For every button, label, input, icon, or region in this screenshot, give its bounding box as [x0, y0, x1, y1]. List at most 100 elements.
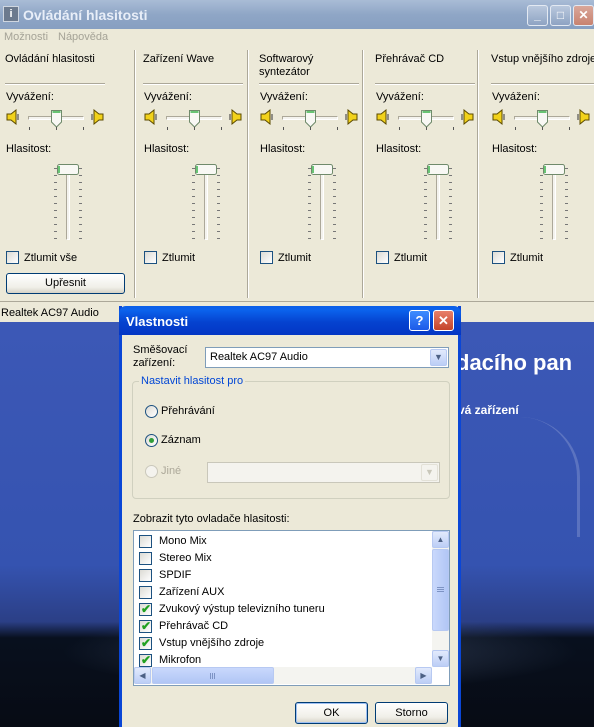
help-button[interactable]: ?	[409, 310, 430, 331]
slider-tick	[565, 238, 568, 239]
title-bar[interactable]: i Ovládání hlasitosti _ □ ✕	[0, 0, 594, 29]
control-label: Přehrávač CD	[159, 620, 229, 632]
slider-tick	[333, 168, 336, 169]
balance-slider[interactable]	[162, 110, 226, 130]
menu-help[interactable]: Nápověda	[58, 31, 108, 43]
radio-playback-label[interactable]: Přehrávání	[161, 405, 215, 417]
control-checkbox[interactable]	[139, 535, 152, 548]
mute-label[interactable]: Ztlumit	[162, 252, 195, 264]
volume-slider[interactable]	[53, 160, 83, 244]
slider-tick	[540, 175, 543, 176]
balance-slider[interactable]	[278, 110, 342, 130]
radio-record-label[interactable]: Záznam	[161, 434, 201, 446]
mute-checkbox[interactable]	[492, 251, 505, 264]
slider-tick	[449, 210, 452, 211]
mute-checkbox[interactable]	[6, 251, 19, 264]
balance-slider[interactable]	[394, 110, 458, 130]
volume-slider[interactable]	[191, 160, 221, 244]
control-checkbox[interactable]: ✔	[139, 636, 152, 650]
control-list-item[interactable]: ✔ Vstup vnějšího zdroje	[139, 635, 429, 652]
control-checkbox[interactable]	[139, 569, 152, 582]
control-checkbox[interactable]: ✔	[139, 602, 152, 616]
scroll-thumb[interactable]	[432, 549, 449, 631]
slider-tick	[449, 224, 452, 225]
scroll-right-button[interactable]: ▶	[415, 667, 432, 684]
control-checkbox[interactable]	[139, 586, 152, 599]
mute-checkbox[interactable]	[376, 251, 389, 264]
slider-thumb[interactable]	[57, 164, 79, 175]
slider-thumb[interactable]	[536, 110, 548, 128]
horizontal-scrollbar[interactable]: ◀ ▶	[134, 667, 432, 684]
menu-options[interactable]: Možnosti	[4, 31, 48, 43]
slider-tick	[515, 127, 516, 130]
slider-tick	[192, 189, 195, 190]
dialog-title-bar[interactable]: Vlastnosti ? ✕	[119, 306, 461, 335]
slider-tick	[424, 175, 427, 176]
checkmark-icon: ✔	[141, 602, 152, 616]
slider-thumb[interactable]	[50, 110, 62, 128]
speaker-right-icon	[460, 109, 474, 125]
mixer-device-select[interactable]: Realtek AC97 Audio ▼	[205, 347, 449, 368]
controls-listbox[interactable]: Mono Mix Stereo Mix SPDIF Zařízení AUX ✔ Zvuk…	[133, 530, 450, 686]
mute-checkbox[interactable]	[144, 251, 157, 264]
slider-tick	[192, 210, 195, 211]
balance-slider[interactable]	[510, 110, 574, 130]
slider-tick	[449, 238, 452, 239]
advanced-button[interactable]: Upřesnit	[6, 273, 125, 294]
control-label: SPDIF	[159, 569, 192, 581]
control-checkbox[interactable]: ✔	[139, 653, 152, 667]
slider-thumb[interactable]	[188, 110, 200, 128]
control-list-item[interactable]: Zařízení AUX	[139, 584, 429, 601]
slider-thumb[interactable]	[543, 164, 565, 175]
vertical-scrollbar[interactable]: ▲ ▼	[432, 531, 449, 667]
slider-tick	[308, 231, 311, 232]
cancel-button[interactable]: Storno	[375, 702, 448, 724]
slider-track	[204, 164, 208, 240]
control-checkbox[interactable]: ✔	[139, 619, 152, 633]
slider-tick	[308, 224, 311, 225]
slider-thumb[interactable]	[311, 164, 333, 175]
scroll-down-button[interactable]: ▼	[432, 650, 449, 667]
slider-tick	[333, 217, 336, 218]
volume-slider[interactable]	[307, 160, 337, 244]
mute-label[interactable]: Ztlumit	[394, 252, 427, 264]
slider-tick	[565, 203, 568, 204]
slider-thumb[interactable]	[420, 110, 432, 128]
chevron-down-icon[interactable]: ▼	[430, 349, 447, 366]
scroll-left-button[interactable]: ◀	[134, 667, 151, 684]
control-list-item[interactable]: SPDIF	[139, 567, 429, 584]
slider-tick	[424, 217, 427, 218]
control-list-item[interactable]: Stereo Mix	[139, 550, 429, 567]
dialog-title: Vlastnosti	[126, 314, 189, 329]
scroll-up-button[interactable]: ▲	[432, 531, 449, 548]
close-button[interactable]: ✕	[573, 5, 594, 26]
slider-tick	[449, 196, 452, 197]
mute-label[interactable]: Ztlumit	[278, 252, 311, 264]
control-list-item[interactable]: ✔ Zvukový výstup televizního tuneru	[139, 601, 429, 618]
minimize-button[interactable]: _	[527, 5, 548, 26]
dialog-close-button[interactable]: ✕	[433, 310, 454, 331]
mute-label[interactable]: Ztlumit vše	[24, 252, 77, 264]
slider-tick	[565, 196, 568, 197]
slider-tick	[426, 127, 427, 130]
horizontal-scroll-thumb[interactable]	[152, 667, 274, 684]
ok-button[interactable]: OK	[295, 702, 368, 724]
mute-label[interactable]: Ztlumit	[510, 252, 543, 264]
balance-slider[interactable]	[24, 110, 88, 130]
slider-tick	[79, 231, 82, 232]
slider-thumb[interactable]	[427, 164, 449, 175]
slider-tick	[565, 217, 568, 218]
slider-thumb[interactable]	[304, 110, 316, 128]
mute-checkbox[interactable]	[260, 251, 273, 264]
control-list-item[interactable]: Mono Mix	[139, 533, 429, 550]
slider-thumb[interactable]	[195, 164, 217, 175]
slider-tick	[333, 196, 336, 197]
volume-slider[interactable]	[423, 160, 453, 244]
radio-playback[interactable]	[145, 405, 158, 418]
grip-icon-line	[214, 673, 215, 679]
control-checkbox[interactable]	[139, 552, 152, 565]
maximize-button[interactable]: □	[550, 5, 571, 26]
control-list-item[interactable]: ✔ Přehrávač CD	[139, 618, 429, 635]
volume-slider[interactable]	[539, 160, 569, 244]
radio-record[interactable]	[145, 434, 158, 447]
